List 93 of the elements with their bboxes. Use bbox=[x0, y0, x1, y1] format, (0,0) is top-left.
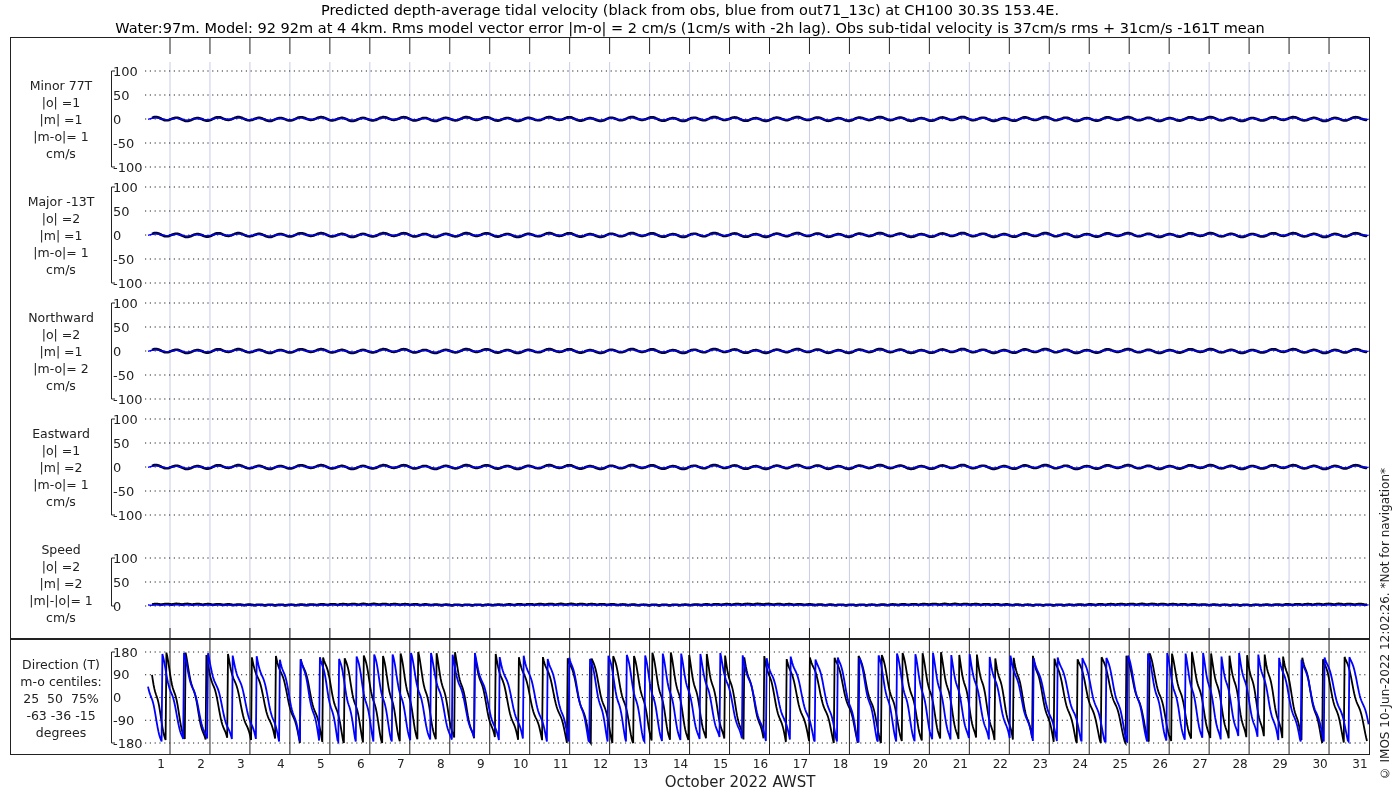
panel-label: Minor 77T bbox=[29, 77, 93, 94]
y-tick-label: 0 bbox=[113, 690, 122, 705]
panel-label: |o| =2 bbox=[41, 210, 81, 227]
x-tick-label: 27 bbox=[1192, 757, 1208, 771]
panel-label: |m-o|= 1 bbox=[33, 476, 89, 493]
x-tick-label: 7 bbox=[397, 757, 405, 771]
y-tick-label: 50 bbox=[113, 203, 130, 219]
x-tick-label: 6 bbox=[357, 757, 365, 771]
panel-label: |m| =1 bbox=[39, 343, 83, 360]
panel-label: cm/s bbox=[46, 145, 76, 162]
y-tick-label: -100 bbox=[113, 391, 143, 407]
x-axis-label: October 2022 AWST bbox=[664, 773, 816, 791]
y-tick-label: 0 bbox=[113, 343, 122, 359]
panel-label: cm/s bbox=[46, 493, 76, 510]
panel-label: |m| =1 bbox=[39, 111, 83, 128]
panel-label: |m| =2 bbox=[39, 575, 83, 592]
y-tick-label: 100 bbox=[113, 411, 138, 427]
y-tick-label: 100 bbox=[113, 63, 138, 79]
x-tick-label: 2 bbox=[197, 757, 205, 771]
y-tick-label: 100 bbox=[113, 179, 138, 195]
x-tick-label: 1 bbox=[157, 757, 165, 771]
panel-label: |m| =1 bbox=[39, 227, 83, 244]
x-tick-label: 31 bbox=[1352, 757, 1368, 771]
panel-label: Direction (T) bbox=[22, 656, 100, 673]
panel-label: |o| =2 bbox=[41, 326, 81, 343]
x-tick-label: 14 bbox=[672, 757, 689, 771]
x-tick-label: 30 bbox=[1312, 757, 1328, 771]
x-tick-label: 11 bbox=[553, 757, 569, 771]
x-tick-label: 18 bbox=[832, 757, 849, 771]
y-tick-label: -90 bbox=[113, 712, 135, 728]
panel-label: |o| =2 bbox=[41, 558, 81, 575]
y-tick-label: 180 bbox=[113, 644, 138, 660]
panel-label: cm/s bbox=[46, 377, 76, 394]
y-tick-label: -50 bbox=[113, 135, 135, 151]
y-tick-label: -100 bbox=[113, 507, 143, 523]
panel-label: |m-o|= 1 bbox=[33, 244, 89, 261]
panel-label: |m| =2 bbox=[39, 459, 83, 476]
y-tick-label: -180 bbox=[113, 735, 143, 751]
x-tick-label: 24 bbox=[1072, 757, 1088, 771]
x-tick-label: 15 bbox=[712, 757, 729, 771]
panel-label: |m-o|= 1 bbox=[33, 128, 89, 145]
y-tick-label: 50 bbox=[113, 574, 130, 590]
x-tick-label: 23 bbox=[1032, 757, 1048, 771]
y-tick-label: 90 bbox=[113, 667, 130, 683]
x-tick-label: 22 bbox=[992, 757, 1008, 771]
panel-label: degrees bbox=[35, 724, 87, 741]
y-tick-label: 100 bbox=[113, 550, 138, 566]
x-tick-label: 16 bbox=[752, 757, 769, 771]
x-tick-label: 5 bbox=[317, 757, 325, 771]
y-tick-label: 0 bbox=[113, 598, 122, 614]
x-tick-label: 28 bbox=[1232, 757, 1248, 771]
y-tick-label: -100 bbox=[113, 159, 143, 175]
panel-label: -63 -36 -15 bbox=[26, 707, 96, 724]
y-tick-label: 50 bbox=[113, 319, 130, 335]
y-tick-label: 50 bbox=[113, 435, 130, 451]
x-tick-label: 3 bbox=[237, 757, 245, 771]
panel-label: cm/s bbox=[46, 261, 76, 278]
chart-title: Predicted depth-average tidal velocity (black from obs, blue from out71_13c) at CH100 30.3S 153.4E. bbox=[320, 1, 1060, 19]
y-tick-label: -100 bbox=[113, 275, 143, 291]
panel-label: m-o centiles: bbox=[20, 673, 102, 690]
x-tick-label: 20 bbox=[912, 757, 928, 771]
x-tick-label: 10 bbox=[513, 757, 529, 771]
panel-label: cm/s bbox=[46, 609, 76, 626]
chart-title: Water:97m. Model: 92 92m at 4 4km. Rms model vector error |m-o| = 2 cm/s (1cm/s with -2h lag). Obs sub-tidal velocity is 37cm/s rms + 31cm/s -161T mean bbox=[115, 19, 1265, 37]
panel-label: 25 50 75% bbox=[23, 690, 99, 707]
x-tick-label: 21 bbox=[952, 757, 968, 771]
y-tick-label: 0 bbox=[113, 227, 122, 243]
panel-label: Major -13T bbox=[27, 193, 95, 210]
panel-label: Speed bbox=[41, 541, 81, 558]
panel-label: Northward bbox=[28, 309, 94, 326]
x-tick-label: 19 bbox=[872, 757, 889, 771]
y-tick-label: -50 bbox=[113, 367, 135, 383]
panel-label: |m-o|= 2 bbox=[33, 360, 89, 377]
x-tick-label: 25 bbox=[1112, 757, 1128, 771]
x-tick-label: 29 bbox=[1272, 757, 1288, 771]
x-tick-label: 17 bbox=[792, 757, 809, 771]
y-tick-label: 0 bbox=[113, 111, 122, 127]
panel-label: Eastward bbox=[32, 425, 90, 442]
y-tick-label: 100 bbox=[113, 295, 138, 311]
x-tick-label: 4 bbox=[277, 757, 285, 771]
panel-label: |m|-|o|= 1 bbox=[29, 592, 93, 609]
y-tick-label: -50 bbox=[113, 483, 135, 499]
y-tick-label: 50 bbox=[113, 87, 130, 103]
x-tick-label: 12 bbox=[593, 757, 609, 771]
x-tick-label: 26 bbox=[1152, 757, 1168, 771]
panel-label: |o| =1 bbox=[41, 442, 81, 459]
panel-label: |o| =1 bbox=[41, 94, 81, 111]
copyright-note: © IMOS 10-Jun-2022 12:02:26. *Not for navigation* bbox=[1378, 467, 1392, 780]
x-tick-label: 9 bbox=[476, 757, 485, 771]
y-tick-label: 0 bbox=[113, 459, 122, 475]
x-tick-label: 8 bbox=[436, 757, 445, 771]
y-tick-label: -50 bbox=[113, 251, 135, 267]
x-tick-label: 13 bbox=[632, 757, 649, 771]
